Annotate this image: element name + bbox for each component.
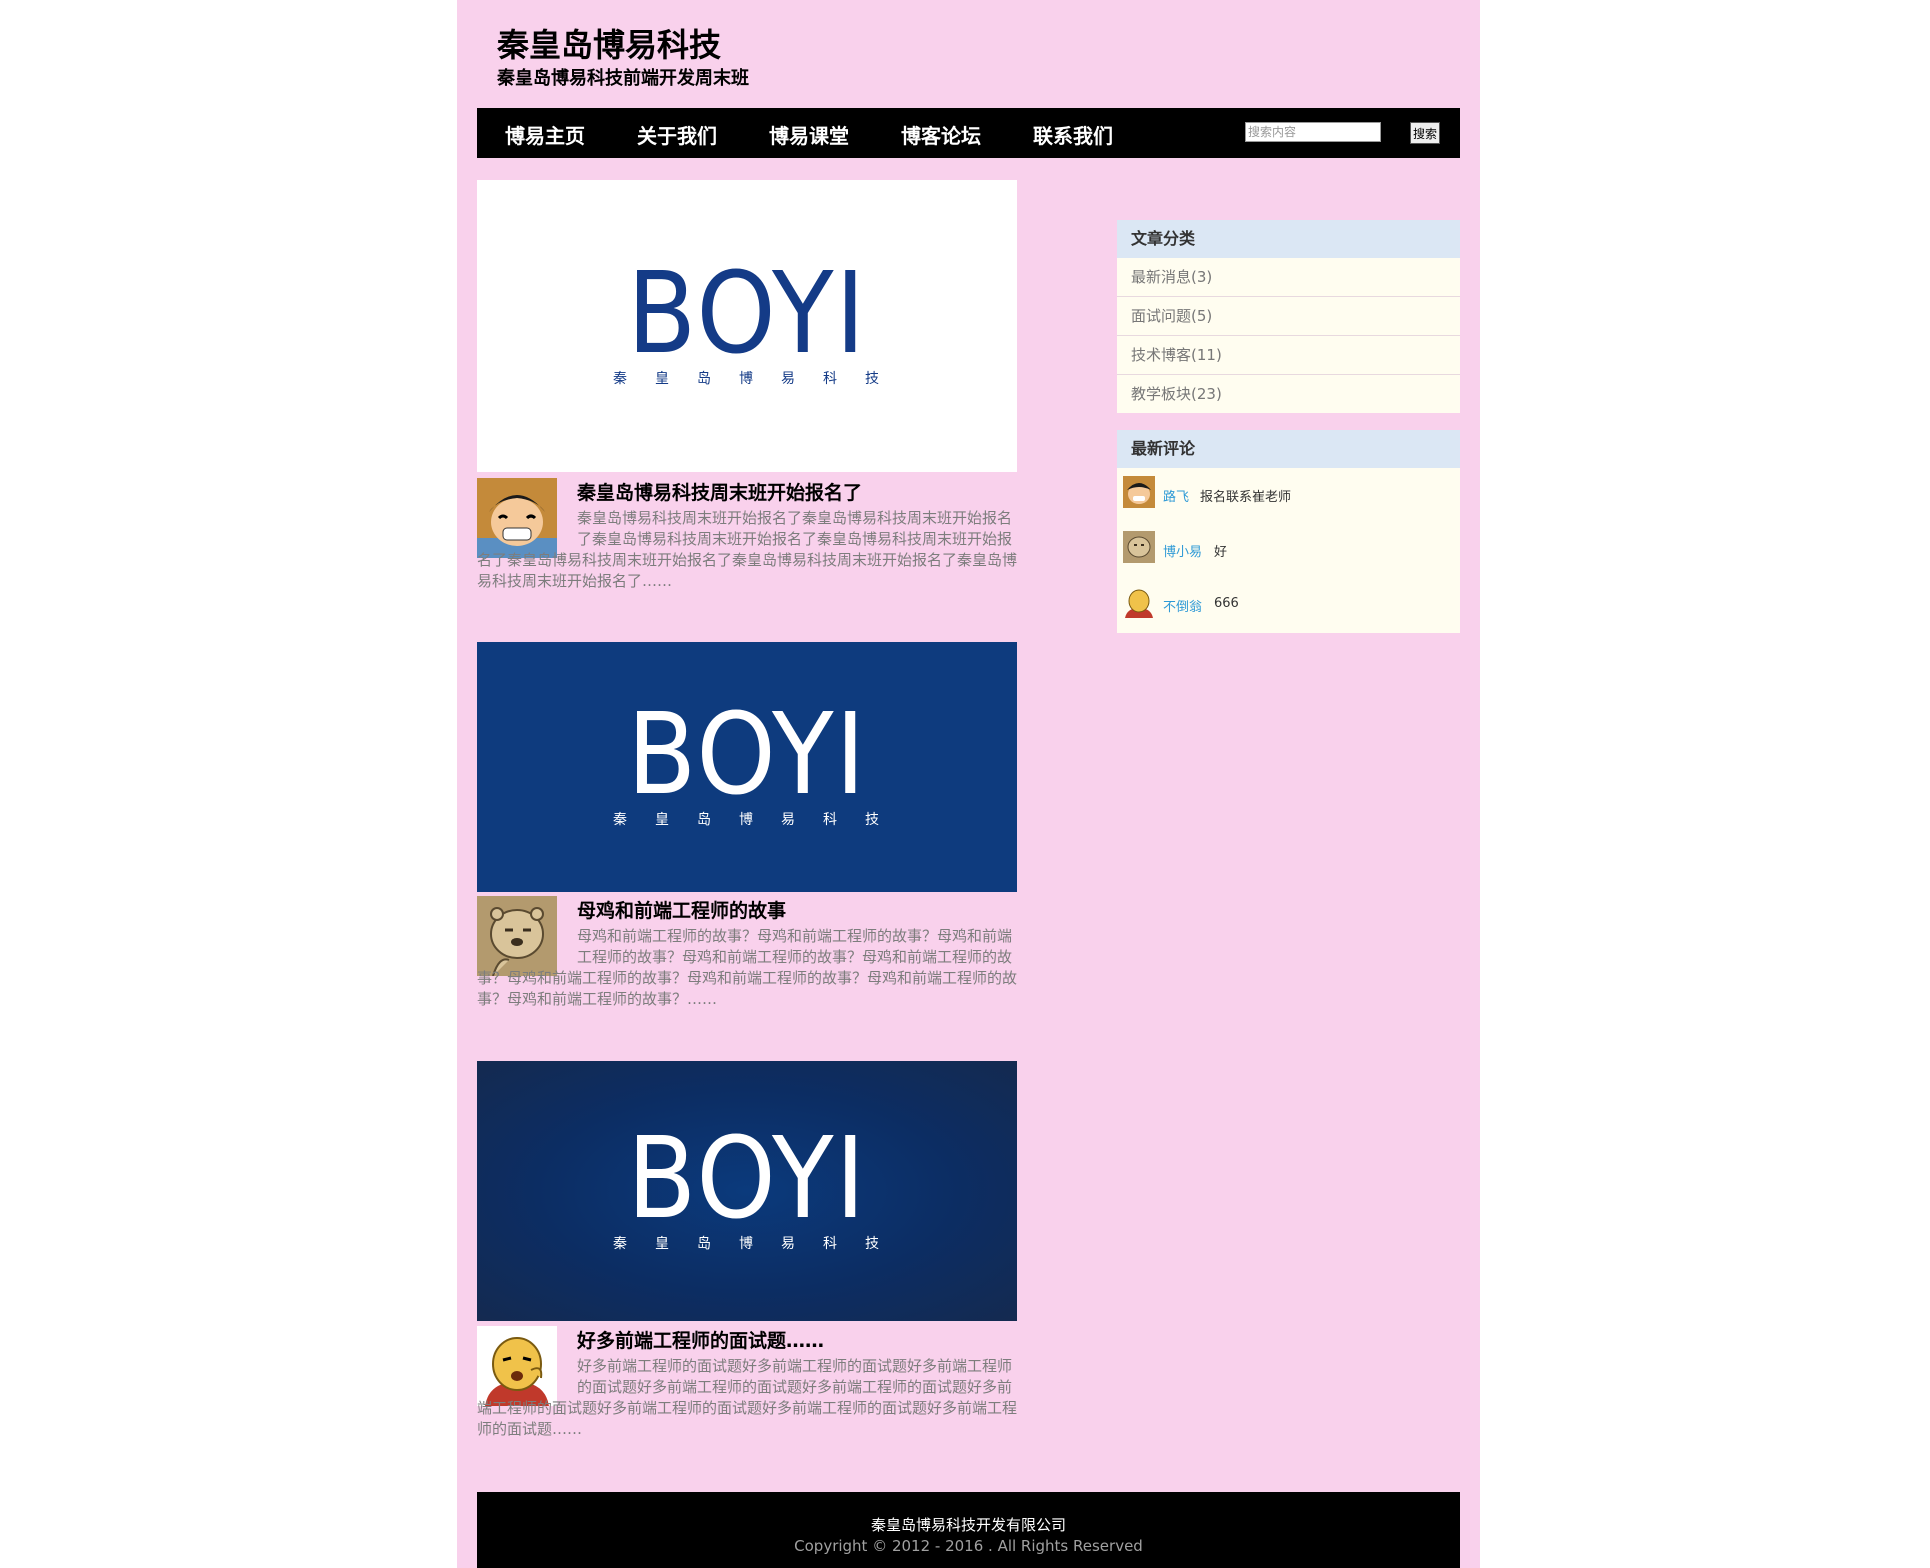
search-button[interactable]: 搜索 — [1410, 122, 1440, 144]
logo-wordmark: BOYI — [627, 690, 867, 820]
luffy-avatar-icon — [1123, 476, 1155, 508]
categories-title: 文章分类 — [1117, 220, 1460, 258]
comment-user[interactable]: 路飞 — [1163, 486, 1189, 505]
categories-panel: 文章分类 最新消息(3) 面试问题(5) 技术博客(11) 教学板块(23) — [1117, 220, 1460, 413]
logo-wordmark: BOYI — [627, 1114, 867, 1244]
nav-item-home[interactable]: 博易主页 — [505, 120, 585, 149]
comment-user[interactable]: 博小易 — [1163, 541, 1202, 560]
nav-item-about[interactable]: 关于我们 — [637, 120, 717, 149]
main-nav: 博易主页 关于我们 博易课堂 博客论坛 联系我们 搜索 — [477, 108, 1460, 158]
post-excerpt: 秦皇岛博易科技周末班开始报名了秦皇岛博易科技周末班开始报名了秦皇岛博易科技周末班… — [477, 508, 1017, 592]
comments-panel: 最新评论 路飞 报名联系崔老师 博小易 好 不倒翁 666 — [1117, 430, 1460, 633]
post-banner-image[interactable]: BOYI 秦皇岛博易科技 — [477, 1061, 1017, 1321]
category-item-tech-blog[interactable]: 技术博客(11) — [1117, 336, 1460, 375]
comment-item: 不倒翁 666 — [1117, 578, 1460, 633]
nav-item-classroom[interactable]: 博易课堂 — [769, 120, 849, 149]
nav-item-forum[interactable]: 博客论坛 — [901, 120, 981, 149]
bear-avatar-icon — [1123, 531, 1155, 563]
comment-text: 666 — [1214, 596, 1239, 611]
boyi-logo: BOYI 秦皇岛博易科技 — [587, 249, 907, 388]
footer-copyright: Copyright © 2012 - 2016 . All Rights Res… — [794, 1537, 1143, 1555]
footer-company: 秦皇岛博易科技开发有限公司 — [870, 1516, 1066, 1534]
category-item-news[interactable]: 最新消息(3) — [1117, 258, 1460, 297]
page-container: 秦皇岛博易科技 秦皇岛博易科技前端开发周末班 博易主页 关于我们 博易课堂 博客… — [457, 0, 1480, 1568]
post-title[interactable]: 秦皇岛博易科技周末班开始报名了 — [577, 478, 862, 505]
logo-wordmark: BOYI — [627, 249, 867, 379]
post-title[interactable]: 母鸡和前端工程师的故事 — [577, 896, 786, 923]
post-excerpt: 母鸡和前端工程师的故事？母鸡和前端工程师的故事？母鸡和前端工程师的故事？母鸡和前… — [477, 926, 1017, 1010]
post-banner-image[interactable]: BOYI 秦皇岛博易科技 — [477, 642, 1017, 892]
category-item-interview[interactable]: 面试问题(5) — [1117, 297, 1460, 336]
nav-item-contact[interactable]: 联系我们 — [1033, 120, 1113, 149]
cartoon-man-avatar-icon — [1123, 586, 1155, 618]
post-title[interactable]: 好多前端工程师的面试题…… — [577, 1326, 824, 1353]
comment-item: 博小易 好 — [1117, 523, 1460, 578]
site-title: 秦皇岛博易科技 — [497, 26, 722, 64]
boyi-logo: BOYI 秦皇岛博易科技 — [587, 690, 907, 829]
footer: 秦皇岛博易科技开发有限公司 Copyright © 2012 - 2016 . … — [477, 1492, 1460, 1568]
site-subtitle: 秦皇岛博易科技前端开发周末班 — [497, 68, 749, 89]
comment-item: 路飞 报名联系崔老师 — [1117, 468, 1460, 523]
comment-text: 报名联系崔老师 — [1200, 490, 1292, 505]
comment-text: 好 — [1214, 545, 1228, 560]
comment-user[interactable]: 不倒翁 — [1163, 596, 1202, 615]
search-input[interactable] — [1245, 122, 1381, 142]
post-excerpt: 好多前端工程师的面试题好多前端工程师的面试题好多前端工程师的面试题好多前端工程师… — [477, 1356, 1017, 1440]
post-banner-image[interactable]: BOYI 秦皇岛博易科技 — [477, 180, 1017, 472]
category-item-teaching[interactable]: 教学板块(23) — [1117, 375, 1460, 413]
comments-title: 最新评论 — [1117, 430, 1460, 468]
boyi-logo: BOYI 秦皇岛博易科技 — [587, 1114, 907, 1253]
